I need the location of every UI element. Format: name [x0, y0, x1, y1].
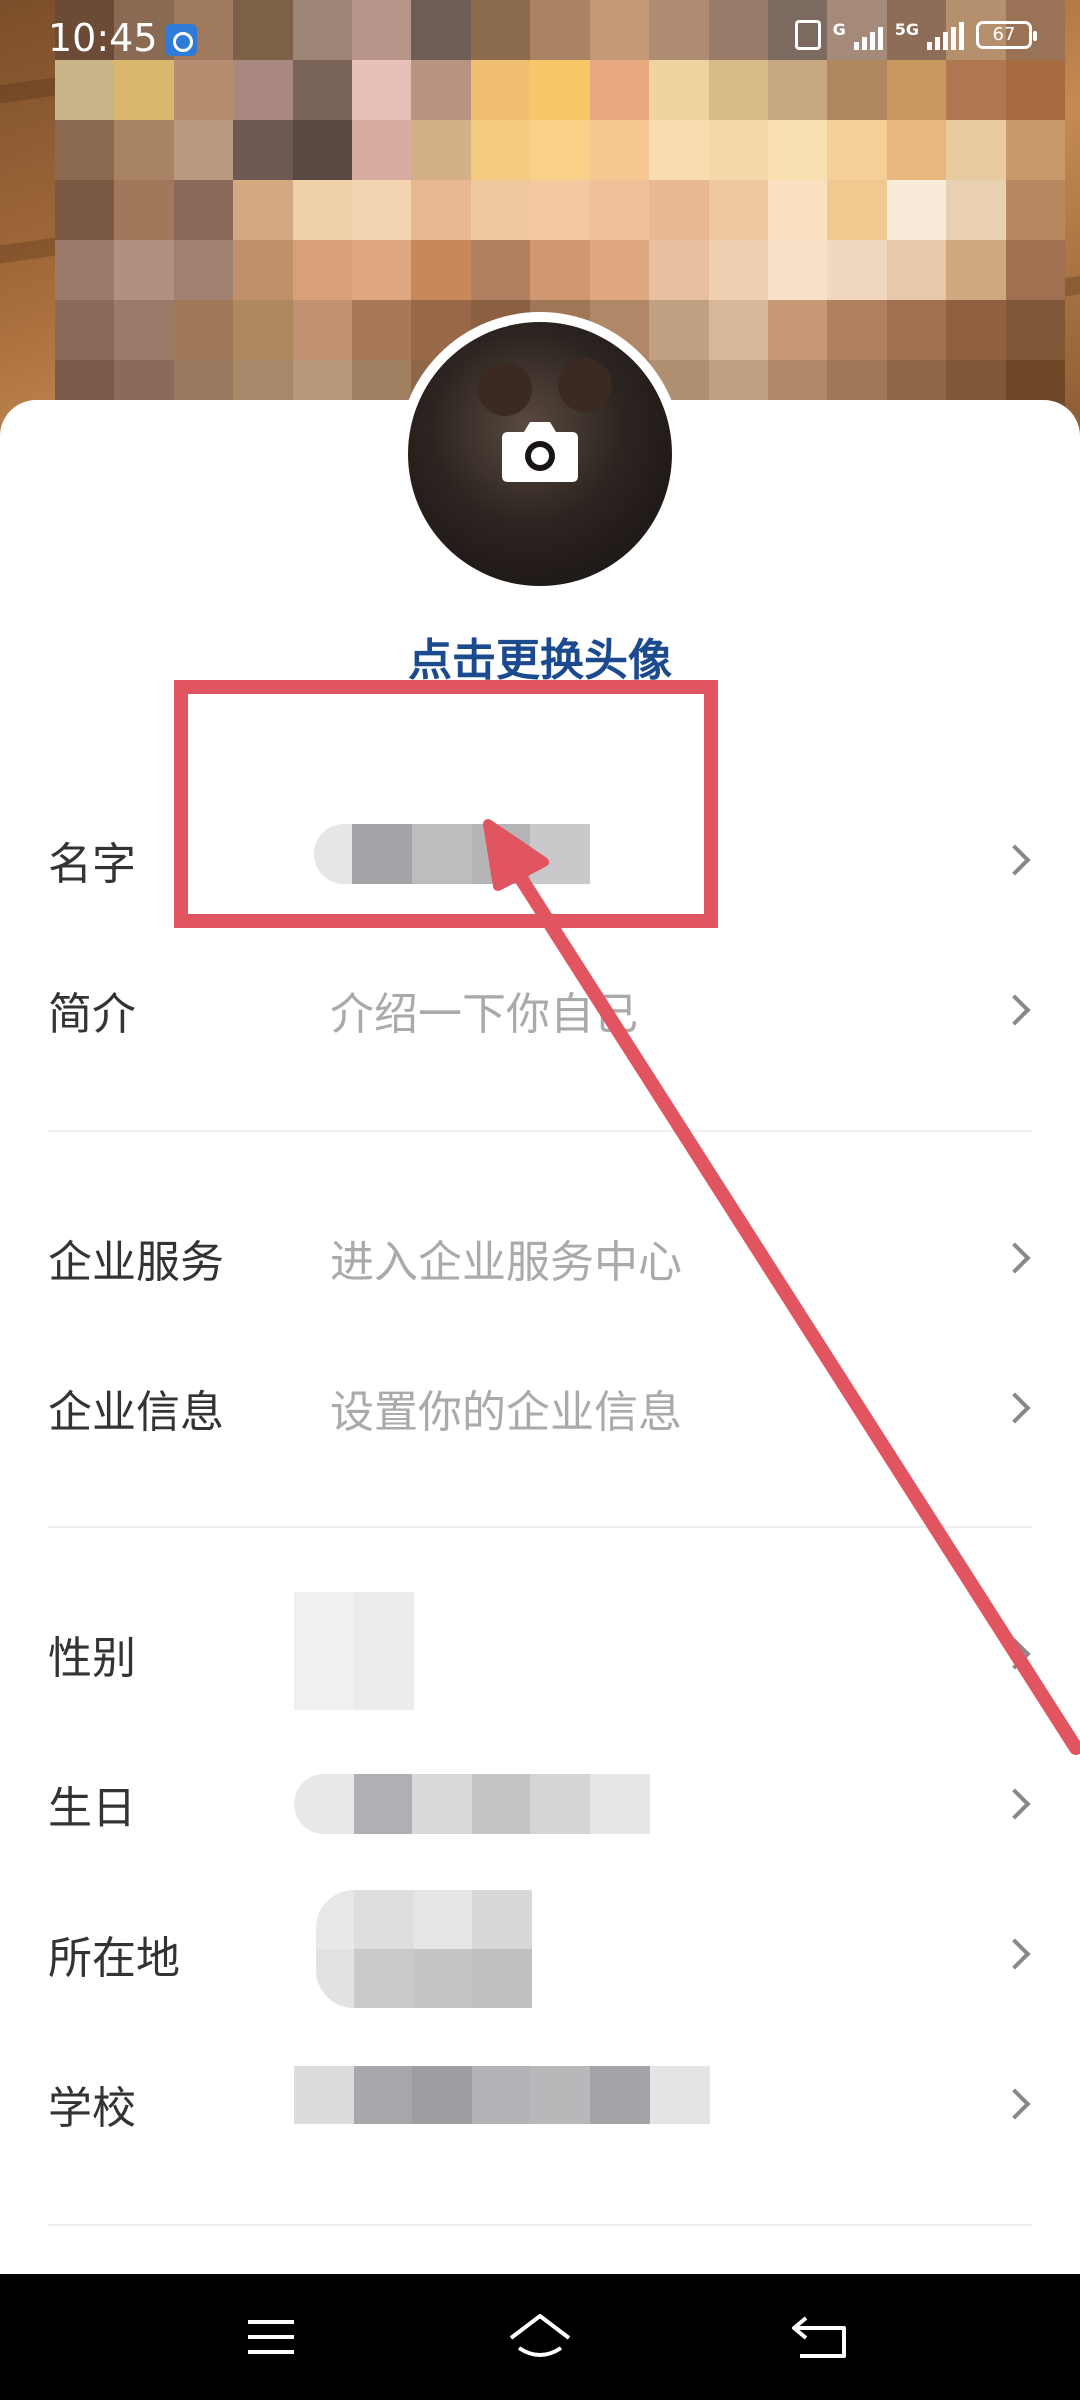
network-type-label-2: 5G — [894, 20, 919, 39]
alarm-icon — [165, 24, 197, 56]
status-bar: 10:45 G 5G 67 — [0, 0, 1080, 80]
row-bio[interactable]: 简介 介绍一下你自己 — [0, 940, 1080, 1080]
row-name-label: 名字 — [48, 839, 136, 890]
row-enterprise-info-label: 企业信息 — [48, 1387, 224, 1438]
row-enterprise-service-label: 企业服务 — [48, 1237, 224, 1288]
gender-value-redacted — [294, 1592, 414, 1710]
chevron-right-icon — [999, 1242, 1031, 1274]
location-value-redacted — [316, 1890, 532, 2008]
row-bio-value: 介绍一下你自己 — [330, 989, 638, 1040]
chevron-right-icon — [999, 1638, 1031, 1670]
row-enterprise-service-value: 进入企业服务中心 — [330, 1237, 682, 1288]
status-icons: G 5G 67 — [794, 20, 1037, 50]
row-enterprise-service[interactable]: 企业服务 进入企业服务中心 — [0, 1188, 1080, 1328]
chevron-right-icon — [999, 994, 1031, 1026]
hd-icon — [794, 20, 821, 50]
section-divider — [48, 2224, 1032, 2226]
avatar[interactable] — [408, 322, 672, 586]
status-time: 10:45 — [48, 16, 158, 60]
annotation-highlight-box — [174, 680, 718, 928]
row-enterprise-info[interactable]: 企业信息 设置你的企业信息 — [0, 1338, 1080, 1478]
chevron-right-icon — [999, 1938, 1031, 1970]
row-location[interactable]: 所在地 — [0, 1884, 1080, 2024]
row-gender[interactable]: 性别 — [0, 1584, 1080, 1724]
system-navigation-bar — [0, 2274, 1080, 2400]
row-gender-label: 性别 — [48, 1633, 136, 1684]
chevron-right-icon — [999, 2088, 1031, 2120]
row-birthday-label: 生日 — [48, 1783, 136, 1834]
section-divider — [48, 1526, 1032, 1528]
back-icon[interactable] — [786, 2304, 856, 2370]
camera-icon[interactable] — [500, 418, 580, 484]
network-type-label: G — [832, 20, 846, 39]
birthday-value-redacted — [294, 1774, 650, 1834]
battery-icon: 67 — [976, 21, 1037, 49]
signal-strength-icon-2 — [927, 20, 964, 50]
row-location-label: 所在地 — [48, 1933, 180, 1984]
row-school-label: 学校 — [48, 2083, 136, 2134]
row-birthday[interactable]: 生日 — [0, 1734, 1080, 1874]
row-school[interactable]: 学校 — [0, 2034, 1080, 2174]
signal-strength-icon — [853, 20, 883, 50]
row-bio-label: 简介 — [48, 989, 136, 1040]
chevron-right-icon — [999, 1788, 1031, 1820]
menu-icon[interactable] — [236, 2304, 306, 2370]
school-value-redacted — [294, 2066, 710, 2124]
avatar-container[interactable] — [398, 312, 682, 596]
chevron-right-icon — [999, 1392, 1031, 1424]
change-avatar-link[interactable]: 点击更换头像 — [0, 624, 1080, 688]
row-enterprise-info-value: 设置你的企业信息 — [330, 1387, 682, 1438]
home-icon[interactable] — [505, 2304, 575, 2370]
chevron-right-icon — [999, 844, 1031, 876]
section-divider — [48, 1130, 1032, 1132]
